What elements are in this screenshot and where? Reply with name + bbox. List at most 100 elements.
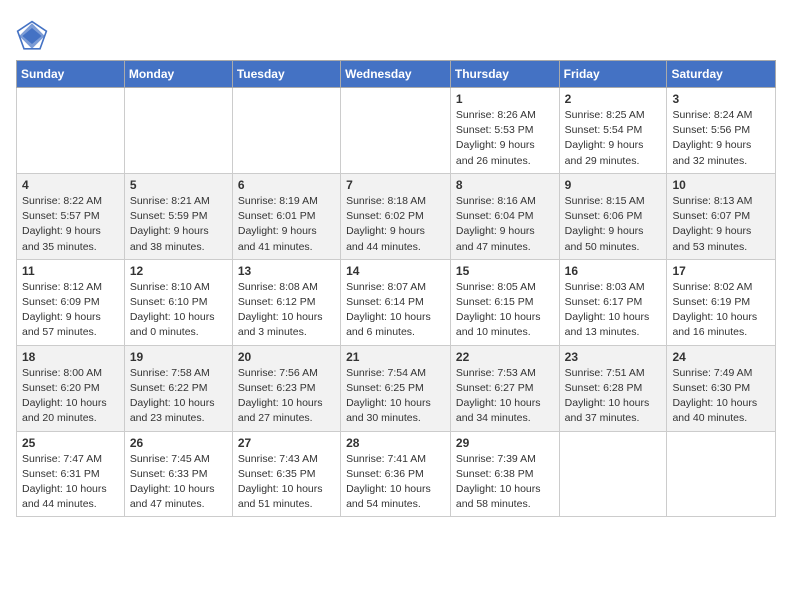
day-number: 10 — [672, 178, 770, 192]
day-header-monday: Monday — [124, 61, 232, 88]
day-number: 4 — [22, 178, 119, 192]
day-number: 17 — [672, 264, 770, 278]
day-number: 29 — [456, 436, 554, 450]
calendar-cell: 19 Sunrise: 7:58 AM Sunset: 6:22 PM Dayli… — [124, 345, 232, 431]
calendar-cell: 12Sunrise: 8:10 AM Sunset: 6:10 PM Dayli… — [124, 259, 232, 345]
day-info: Sunrise: 8:07 AM Sunset: 6:14 PM Dayligh… — [346, 280, 445, 341]
day-number: 14 — [346, 264, 445, 278]
day-number: 24 — [672, 350, 770, 364]
calendar-cell: 24Sunrise: 7:49 AM Sunset: 6:30 PM Dayli… — [667, 345, 776, 431]
day-header-thursday: Thursday — [450, 61, 559, 88]
day-number: 28 — [346, 436, 445, 450]
day-info: Sunrise: 8:24 AM Sunset: 5:56 PM Dayligh… — [672, 108, 770, 169]
day-info: Sunrise: 7:43 AM Sunset: 6:35 PM Dayligh… — [238, 452, 335, 513]
calendar-cell: 14 Sunrise: 8:07 AM Sunset: 6:14 PM Dayli… — [341, 259, 451, 345]
calendar-cell: 13 Sunrise: 8:08 AM Sunset: 6:12 PM Dayli… — [232, 259, 340, 345]
day-info: Sunrise: 8:08 AM Sunset: 6:12 PM Dayligh… — [238, 280, 335, 341]
day-header-tuesday: Tuesday — [232, 61, 340, 88]
day-number: 23 — [565, 350, 662, 364]
day-info: Sunrise: 8:05 AM Sunset: 6:15 PM Dayligh… — [456, 280, 554, 341]
day-info: Sunrise: 8:00 AM Sunset: 6:20 PM Dayligh… — [22, 366, 119, 427]
calendar-cell: 1Sunrise: 8:26 AM Sunset: 5:53 PM Daylig… — [450, 88, 559, 174]
day-info: Sunrise: 8:22 AM Sunset: 5:57 PM Dayligh… — [22, 194, 119, 255]
week-row-4: 18 Sunrise: 8:00 AM Sunset: 6:20 PM Dayli… — [17, 345, 776, 431]
calendar-cell: 7 Sunrise: 8:18 AM Sunset: 6:02 PM Daylig… — [341, 173, 451, 259]
calendar-cell: 3 Sunrise: 8:24 AM Sunset: 5:56 PM Daylig… — [667, 88, 776, 174]
calendar-cell: 6 Sunrise: 8:19 AM Sunset: 6:01 PM Daylig… — [232, 173, 340, 259]
day-info: Sunrise: 7:56 AM Sunset: 6:23 PM Dayligh… — [238, 366, 335, 427]
calendar-cell — [559, 431, 667, 517]
calendar-cell: 20 Sunrise: 7:56 AM Sunset: 6:23 PM Dayli… — [232, 345, 340, 431]
calendar-cell: 29 Sunrise: 7:39 AM Sunset: 6:38 PM Dayli… — [450, 431, 559, 517]
calendar-cell — [341, 88, 451, 174]
calendar-cell: 21 Sunrise: 7:54 AM Sunset: 6:25 PM Dayli… — [341, 345, 451, 431]
day-info: Sunrise: 8:12 AM Sunset: 6:09 PM Dayligh… — [22, 280, 119, 341]
day-info: Sunrise: 8:03 AM Sunset: 6:17 PM Dayligh… — [565, 280, 662, 341]
day-number: 22 — [456, 350, 554, 364]
day-number: 9 — [565, 178, 662, 192]
calendar-cell: 11 Sunrise: 8:12 AM Sunset: 6:09 PM Dayli… — [17, 259, 125, 345]
day-info: Sunrise: 7:53 AM Sunset: 6:27 PM Dayligh… — [456, 366, 554, 427]
day-info: Sunrise: 8:26 AM Sunset: 5:53 PM Dayligh… — [456, 108, 554, 169]
day-number: 21 — [346, 350, 445, 364]
calendar-cell: 18 Sunrise: 8:00 AM Sunset: 6:20 PM Dayli… — [17, 345, 125, 431]
calendar-cell: 16 Sunrise: 8:03 AM Sunset: 6:17 PM Dayli… — [559, 259, 667, 345]
day-info: Sunrise: 8:13 AM Sunset: 6:07 PM Dayligh… — [672, 194, 770, 255]
header-row: SundayMondayTuesdayWednesdayThursdayFrid… — [17, 61, 776, 88]
calendar-cell — [17, 88, 125, 174]
day-number: 19 — [130, 350, 227, 364]
day-number: 16 — [565, 264, 662, 278]
calendar-cell: 8 Sunrise: 8:16 AM Sunset: 6:04 PM Daylig… — [450, 173, 559, 259]
day-header-sunday: Sunday — [17, 61, 125, 88]
day-number: 13 — [238, 264, 335, 278]
day-number: 12 — [130, 264, 227, 278]
day-info: Sunrise: 7:54 AM Sunset: 6:25 PM Dayligh… — [346, 366, 445, 427]
day-number: 8 — [456, 178, 554, 192]
day-number: 20 — [238, 350, 335, 364]
day-number: 7 — [346, 178, 445, 192]
day-number: 3 — [672, 92, 770, 106]
day-number: 25 — [22, 436, 119, 450]
day-info: Sunrise: 8:19 AM Sunset: 6:01 PM Dayligh… — [238, 194, 335, 255]
day-info: Sunrise: 7:51 AM Sunset: 6:28 PM Dayligh… — [565, 366, 662, 427]
week-row-1: 1Sunrise: 8:26 AM Sunset: 5:53 PM Daylig… — [17, 88, 776, 174]
day-header-saturday: Saturday — [667, 61, 776, 88]
calendar-cell: 4 Sunrise: 8:22 AM Sunset: 5:57 PM Daylig… — [17, 173, 125, 259]
day-number: 15 — [456, 264, 554, 278]
calendar-cell: 27 Sunrise: 7:43 AM Sunset: 6:35 PM Dayli… — [232, 431, 340, 517]
day-info: Sunrise: 8:16 AM Sunset: 6:04 PM Dayligh… — [456, 194, 554, 255]
calendar-cell: 9 Sunrise: 8:15 AM Sunset: 6:06 PM Daylig… — [559, 173, 667, 259]
day-info: Sunrise: 8:15 AM Sunset: 6:06 PM Dayligh… — [565, 194, 662, 255]
calendar-table: SundayMondayTuesdayWednesdayThursdayFrid… — [16, 60, 776, 517]
calendar-cell — [124, 88, 232, 174]
day-number: 11 — [22, 264, 119, 278]
week-row-5: 25 Sunrise: 7:47 AM Sunset: 6:31 PM Dayli… — [17, 431, 776, 517]
day-number: 18 — [22, 350, 119, 364]
day-number: 26 — [130, 436, 227, 450]
logo — [16, 20, 52, 52]
calendar-cell: 23 Sunrise: 7:51 AM Sunset: 6:28 PM Dayli… — [559, 345, 667, 431]
day-info: Sunrise: 8:18 AM Sunset: 6:02 PM Dayligh… — [346, 194, 445, 255]
day-header-wednesday: Wednesday — [341, 61, 451, 88]
day-number: 5 — [130, 178, 227, 192]
day-info: Sunrise: 8:21 AM Sunset: 5:59 PM Dayligh… — [130, 194, 227, 255]
logo-icon — [16, 20, 48, 52]
calendar-cell — [232, 88, 340, 174]
calendar-cell: 10 Sunrise: 8:13 AM Sunset: 6:07 PM Dayli… — [667, 173, 776, 259]
calendar-cell: 28 Sunrise: 7:41 AM Sunset: 6:36 PM Dayli… — [341, 431, 451, 517]
day-number: 2 — [565, 92, 662, 106]
day-info: Sunrise: 8:02 AM Sunset: 6:19 PM Dayligh… — [672, 280, 770, 341]
day-number: 6 — [238, 178, 335, 192]
day-info: Sunrise: 7:39 AM Sunset: 6:38 PM Dayligh… — [456, 452, 554, 513]
calendar-cell: 26 Sunrise: 7:45 AM Sunset: 6:33 PM Dayli… — [124, 431, 232, 517]
calendar-cell: 25 Sunrise: 7:47 AM Sunset: 6:31 PM Dayli… — [17, 431, 125, 517]
day-info: Sunrise: 7:45 AM Sunset: 6:33 PM Dayligh… — [130, 452, 227, 513]
day-info: Sunrise: 7:41 AM Sunset: 6:36 PM Dayligh… — [346, 452, 445, 513]
day-info: Sunrise: 7:58 AM Sunset: 6:22 PM Dayligh… — [130, 366, 227, 427]
day-header-friday: Friday — [559, 61, 667, 88]
day-info: Sunrise: 7:47 AM Sunset: 6:31 PM Dayligh… — [22, 452, 119, 513]
week-row-3: 11 Sunrise: 8:12 AM Sunset: 6:09 PM Dayli… — [17, 259, 776, 345]
day-info: Sunrise: 8:25 AM Sunset: 5:54 PM Dayligh… — [565, 108, 662, 169]
day-number: 27 — [238, 436, 335, 450]
calendar-cell: 22 Sunrise: 7:53 AM Sunset: 6:27 PM Dayli… — [450, 345, 559, 431]
